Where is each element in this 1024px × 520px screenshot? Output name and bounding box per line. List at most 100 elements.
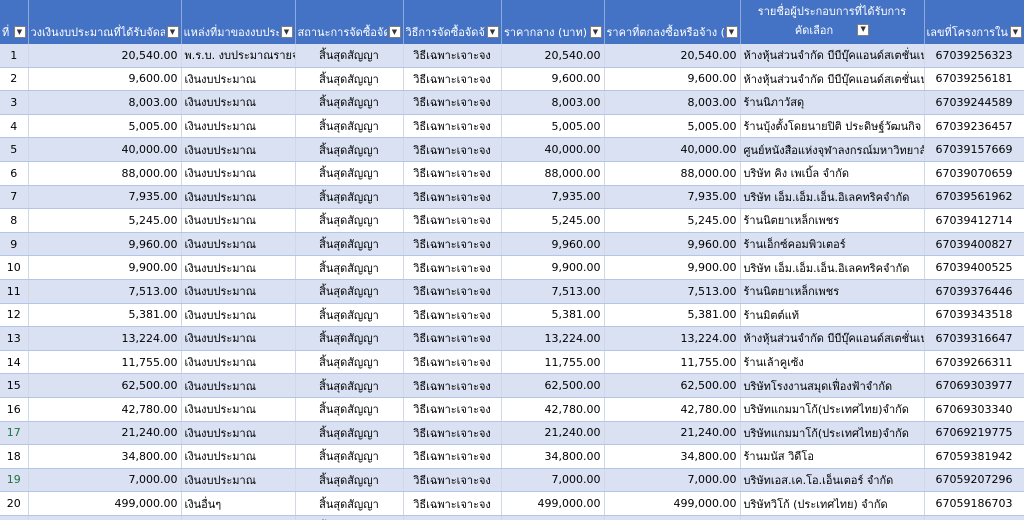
cell-agreed-price[interactable]: 9,900.00	[604, 255, 741, 280]
cell-budget[interactable]: 9,900.00	[28, 255, 182, 280]
cell-source[interactable]: เงินงบประมาณ	[181, 444, 296, 469]
cell-median-price[interactable]: 21,240.00	[501, 421, 605, 446]
cell-vendor[interactable]: ห้างหุ้นส่วนจำกัด บีบีบุ๊คแอนด์สเตชั่นเน…	[740, 44, 925, 68]
cell-no[interactable]: 5	[0, 137, 29, 162]
cell-median-price[interactable]: 20,540.00	[501, 44, 605, 68]
cell-no[interactable]: 4	[0, 114, 29, 139]
cell-agreed-price[interactable]: 88,000.00	[604, 161, 741, 186]
cell-median-price[interactable]: 499,000.00	[501, 491, 605, 516]
filter-dropdown-icon[interactable]: ▼	[280, 26, 293, 38]
cell-status[interactable]: สิ้นสุดสัญญา	[295, 515, 404, 520]
cell-budget[interactable]: 499,000.00	[28, 491, 182, 516]
cell-source[interactable]: เงินงบประมาณ	[181, 279, 296, 304]
cell-no[interactable]: 8	[0, 208, 29, 233]
cell-vendor[interactable]: ร้านนิตยาเหล็กเพชร	[740, 279, 925, 304]
cell-budget[interactable]: 88,000.00	[28, 161, 182, 186]
cell-median-price[interactable]: 62,500.00	[501, 373, 605, 398]
cell-vendor[interactable]: บริษัท เอ็ม.เอ็ม.เอ็น.อิเลคทริคจำกัด	[740, 185, 925, 210]
cell-median-price[interactable]: 5,245.00	[501, 208, 605, 233]
cell-vendor[interactable]: บริษัท คิง เพเบิ้ล จำกัด	[740, 161, 925, 186]
filter-dropdown-icon[interactable]: ▼	[166, 26, 179, 38]
cell-method[interactable]: วิธีเฉพาะเจาะจง	[403, 137, 502, 162]
cell-median-price[interactable]: 5,900.00	[501, 515, 605, 520]
cell-project-no[interactable]: 67039236457	[924, 114, 1024, 139]
cell-no[interactable]: 11	[0, 279, 29, 304]
filter-dropdown-icon[interactable]: ▼	[388, 26, 401, 38]
cell-source[interactable]: เงินงบประมาณ	[181, 373, 296, 398]
cell-method[interactable]: วิธีเฉพาะเจาะจง	[403, 397, 502, 422]
cell-agreed-price[interactable]: 5,381.00	[604, 303, 741, 328]
cell-method[interactable]: วิธีเฉพาะเจาะจง	[403, 67, 502, 92]
cell-no[interactable]: 19	[0, 468, 29, 493]
cell-median-price[interactable]: 7,000.00	[501, 468, 605, 493]
cell-source[interactable]: เงินงบประมาณ	[181, 67, 296, 92]
cell-project-no[interactable]: 67059381942	[924, 444, 1024, 469]
cell-median-price[interactable]: 7,935.00	[501, 185, 605, 210]
cell-agreed-price[interactable]: 13,224.00	[604, 326, 741, 351]
cell-budget[interactable]: 9,960.00	[28, 232, 182, 257]
cell-vendor[interactable]: ห้างหุ้นส่วนจำกัด บีบีบุ๊คแอนด์สเตชั่นเน…	[740, 326, 925, 351]
cell-vendor[interactable]: บริษัทแกมมาโก้(ประเทศไทย)จำกัด	[740, 397, 925, 422]
cell-method[interactable]: วิธีเฉพาะเจาะจง	[403, 515, 502, 520]
cell-vendor[interactable]: บริษัท เอ็ม.เอ็ม.เอ็น.อิเลคทริคจำกัด	[740, 255, 925, 280]
cell-vendor[interactable]: บริษัทโรงงานสมุดเฟื่องฟ้าจำกัด	[740, 373, 925, 398]
cell-status[interactable]: สิ้นสุดสัญญา	[295, 421, 404, 446]
cell-median-price[interactable]: 7,513.00	[501, 279, 605, 304]
cell-method[interactable]: วิธีเฉพาะเจาะจง	[403, 232, 502, 257]
cell-agreed-price[interactable]: 5,005.00	[604, 114, 741, 139]
cell-project-no[interactable]: 67039244589	[924, 90, 1024, 115]
cell-budget[interactable]: 20,540.00	[28, 44, 182, 68]
cell-project-no[interactable]: 67039561962	[924, 185, 1024, 210]
cell-no[interactable]: 1	[0, 44, 29, 68]
cell-budget[interactable]: 7,935.00	[28, 185, 182, 210]
cell-source[interactable]: เงินงบประมาณ	[181, 161, 296, 186]
filter-dropdown-icon[interactable]: ▼	[589, 26, 602, 38]
cell-agreed-price[interactable]: 20,540.00	[604, 44, 741, 68]
cell-budget[interactable]: 21,240.00	[28, 421, 182, 446]
cell-project-no[interactable]: 67059207296	[924, 468, 1024, 493]
cell-project-no[interactable]: 67039070659	[924, 161, 1024, 186]
cell-agreed-price[interactable]: 7,935.00	[604, 185, 741, 210]
cell-method[interactable]: วิธีเฉพาะเจาะจง	[403, 255, 502, 280]
cell-median-price[interactable]: 8,003.00	[501, 90, 605, 115]
cell-agreed-price[interactable]: 7,000.00	[604, 468, 741, 493]
cell-source[interactable]: เงินงบประมาณ	[181, 255, 296, 280]
cell-project-no[interactable]: 67069219775	[924, 421, 1024, 446]
cell-project-no[interactable]: 67039412714	[924, 208, 1024, 233]
cell-median-price[interactable]: 88,000.00	[501, 161, 605, 186]
cell-project-no[interactable]: 67039376446	[924, 279, 1024, 304]
cell-median-price[interactable]: 13,224.00	[501, 326, 605, 351]
cell-budget[interactable]: 9,600.00	[28, 67, 182, 92]
filter-dropdown-icon[interactable]: ▼	[486, 26, 499, 38]
cell-vendor[interactable]: ร้านมนัส วิดีโอ	[740, 444, 925, 469]
cell-agreed-price[interactable]: 21,240.00	[604, 421, 741, 446]
cell-source[interactable]: เงินงบประมาณ	[181, 397, 296, 422]
cell-source[interactable]: เงินงบประมาณ	[181, 114, 296, 139]
cell-agreed-price[interactable]: 5,900.00	[604, 515, 741, 520]
cell-median-price[interactable]: 9,960.00	[501, 232, 605, 257]
cell-budget[interactable]: 34,800.00	[28, 444, 182, 469]
cell-vendor[interactable]: ห้างหุ้นส่วนจำกัด บีบีบุ๊คแอนด์สเตชั่นเน…	[740, 67, 925, 92]
cell-status[interactable]: สิ้นสุดสัญญา	[295, 326, 404, 351]
filter-dropdown-icon[interactable]: ▼	[857, 23, 870, 36]
cell-project-no[interactable]: 67039316647	[924, 326, 1024, 351]
cell-no[interactable]: 10	[0, 255, 29, 280]
cell-vendor[interactable]: บริษัทแกมมาโก้(ประเทศไทย)จำกัด	[740, 421, 925, 446]
cell-no[interactable]: 16	[0, 397, 29, 422]
cell-median-price[interactable]: 9,900.00	[501, 255, 605, 280]
cell-budget[interactable]: 7,000.00	[28, 468, 182, 493]
cell-status[interactable]: สิ้นสุดสัญญา	[295, 397, 404, 422]
cell-source[interactable]: เงินงบประมาณ	[181, 90, 296, 115]
cell-agreed-price[interactable]: 62,500.00	[604, 373, 741, 398]
cell-no[interactable]: 20	[0, 491, 29, 516]
cell-budget[interactable]: 8,003.00	[28, 90, 182, 115]
cell-status[interactable]: สิ้นสุดสัญญา	[295, 444, 404, 469]
cell-source[interactable]: เงินงบประมาณ	[181, 421, 296, 446]
cell-no[interactable]: 17	[0, 421, 29, 446]
cell-status[interactable]: สิ้นสุดสัญญา	[295, 232, 404, 257]
cell-project-no[interactable]: 67039256181	[924, 67, 1024, 92]
cell-median-price[interactable]: 5,005.00	[501, 114, 605, 139]
cell-budget[interactable]: 5,381.00	[28, 303, 182, 328]
cell-budget[interactable]: 62,500.00	[28, 373, 182, 398]
cell-budget[interactable]: 13,224.00	[28, 326, 182, 351]
